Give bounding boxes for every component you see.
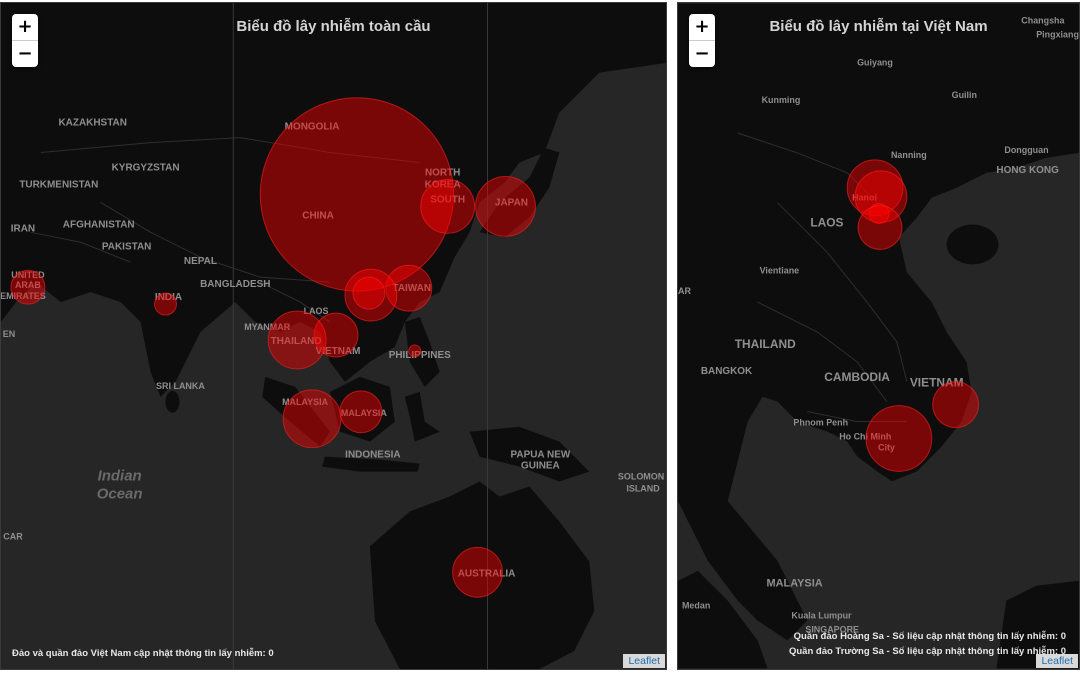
label-malaysia: MALAYSIA bbox=[767, 578, 823, 590]
world-leaflet-attribution[interactable]: Leaflet bbox=[623, 654, 665, 668]
label-hong-kong: HONG KONG bbox=[996, 165, 1059, 176]
label-bangkok: BANGKOK bbox=[701, 366, 753, 377]
vn-zoom-out-button[interactable]: − bbox=[689, 40, 715, 67]
vn-map-title: Biểu đồ lây nhiễm tại Việt Nam bbox=[769, 18, 988, 35]
world-infection-map[interactable]: KAZAKHSTAN MONGOLIA KYRGYZSTAN TURKMENIS… bbox=[0, 2, 667, 670]
label-laos: LAOS bbox=[810, 216, 843, 230]
infection-bubble-thanh-hoa[interactable] bbox=[857, 205, 903, 250]
label-phnom-penh: Phnom Penh bbox=[793, 418, 848, 428]
infection-bubble-malaysia[interactable] bbox=[339, 390, 383, 434]
label-bangladesh: BANGLADESH bbox=[200, 279, 270, 290]
infection-bubble-khanh-hoa[interactable] bbox=[932, 381, 979, 429]
sri-lanka-landmass bbox=[165, 390, 180, 413]
label-sri-lanka: SRI LANKA bbox=[156, 381, 205, 391]
infection-bubble-ho-chi-minh-city[interactable] bbox=[865, 405, 933, 472]
world-islands-note: Đảo và quần đảo Việt Nam cập nhật thông … bbox=[12, 648, 274, 659]
label-kazakhstan: KAZAKHSTAN bbox=[58, 118, 126, 129]
world-zoom-out-button[interactable]: − bbox=[12, 40, 38, 67]
label-solomon-1: SOLOMON bbox=[618, 472, 664, 482]
truong-sa-note: Quần đảo Trường Sa - Số liệu cập nhật th… bbox=[788, 646, 1066, 657]
label-edge-en: EN bbox=[3, 329, 15, 339]
infection-bubble-singapore[interactable] bbox=[282, 389, 342, 449]
label-kuala-lumpur: Kuala Lumpur bbox=[791, 611, 852, 621]
world-map-tiles[interactable]: KAZAKHSTAN MONGOLIA KYRGYZSTAN TURKMENIS… bbox=[1, 3, 666, 669]
label-pakistan: PAKISTAN bbox=[102, 241, 151, 252]
label-indian-ocean-2: Ocean bbox=[97, 486, 143, 503]
label-edge-ar: AR bbox=[678, 286, 691, 296]
label-nepal: NEPAL bbox=[184, 256, 217, 267]
hainan-landmass bbox=[946, 224, 999, 265]
label-kyrgyzstan: KYRGYZSTAN bbox=[112, 162, 180, 173]
infection-bubble-japan[interactable] bbox=[475, 175, 536, 237]
label-edge-car: CAR bbox=[3, 531, 23, 541]
label-cambodia: CAMBODIA bbox=[824, 370, 890, 384]
label-png-2: GUINEA bbox=[521, 461, 560, 472]
label-guiyang: Guiyang bbox=[857, 57, 893, 67]
hoang-sa-note: Quần đảo Hoàng Sa - Số liệu cập nhật thô… bbox=[793, 631, 1066, 642]
infection-bubble-australia[interactable] bbox=[452, 546, 503, 598]
label-dongguan: Dongguan bbox=[1004, 145, 1048, 155]
infection-bubble-macau[interactable] bbox=[352, 276, 386, 310]
label-indonesia: INDONESIA bbox=[345, 450, 400, 461]
label-indian-ocean-1: Indian bbox=[98, 468, 142, 485]
vn-leaflet-attribution[interactable]: Leaflet bbox=[1036, 654, 1078, 668]
label-afghanistan: AFGHANISTAN bbox=[63, 219, 135, 230]
world-map-title: Biểu đồ lây nhiễm toàn cầu bbox=[236, 18, 431, 35]
label-turkmenistan: TURKMENISTAN bbox=[19, 179, 98, 190]
label-medan: Medan bbox=[682, 601, 710, 611]
infection-bubble-india[interactable] bbox=[154, 292, 177, 316]
infection-bubble-philippines[interactable] bbox=[408, 344, 422, 358]
infection-bubble-thailand[interactable] bbox=[267, 310, 327, 370]
label-guilin: Guilin bbox=[952, 90, 977, 100]
vietnam-infection-map[interactable]: Changsha Pingxiang Guiyang Kunming Guili… bbox=[677, 2, 1080, 670]
label-solomon-2: ISLAND bbox=[626, 484, 660, 494]
label-vientiane: Vientiane bbox=[760, 265, 800, 275]
label-nanning: Nanning bbox=[891, 150, 927, 160]
infection-bubble-south-korea[interactable] bbox=[420, 178, 476, 234]
vietnam-map-tiles[interactable]: Changsha Pingxiang Guiyang Kunming Guili… bbox=[678, 3, 1079, 669]
label-kunming: Kunming bbox=[762, 95, 801, 105]
label-iran: IRAN bbox=[11, 223, 35, 234]
label-png-1: PAPUA NEW bbox=[510, 450, 570, 461]
infection-bubble-uae[interactable] bbox=[10, 269, 46, 305]
label-thailand: THAILAND bbox=[735, 337, 796, 351]
